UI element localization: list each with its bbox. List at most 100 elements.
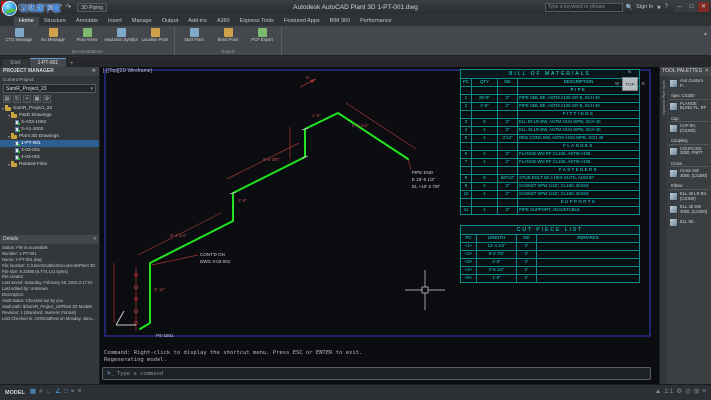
close-icon[interactable]: ✕ xyxy=(92,68,96,75)
ribbon-tab[interactable]: Express Tools xyxy=(235,17,279,26)
ribbon-button[interactable]: Flow Arrow xyxy=(70,27,104,48)
tool-palette-item[interactable]: Axd Custom P... xyxy=(667,77,711,90)
tool-palette-item[interactable]: FLANGE BLIND FL, RF xyxy=(667,100,711,113)
minimize-button[interactable]: – xyxy=(674,2,685,12)
tree-item[interactable]: 1-PT-001 xyxy=(0,140,99,147)
snap-icon[interactable]: # xyxy=(39,389,43,396)
tool-palette-item[interactable]: ELL 45 SW 3000, (CS300) xyxy=(667,203,711,216)
ribbon-tab[interactable]: Annotate xyxy=(71,17,103,26)
osnap-icon[interactable]: □ xyxy=(64,389,68,396)
ribbon-panel-export: Start Point Bend Point PCF Export Export xyxy=(175,26,282,55)
new-drawing-icon[interactable]: + xyxy=(23,95,31,103)
tree-item[interactable]: 4-03-001 xyxy=(0,154,99,161)
open-project-icon[interactable]: ▤ xyxy=(3,95,11,103)
tree-item[interactable]: 3-A03-1003 xyxy=(0,119,99,126)
ribbon-panel-title[interactable]: Iso Annotations xyxy=(2,48,172,55)
customize-icon[interactable]: ≡ xyxy=(702,389,706,396)
tree-item[interactable]: SamR_Project_23 xyxy=(0,105,99,112)
ribbon-tab[interactable]: A360 xyxy=(212,17,235,26)
tool-palette-item[interactable]: Cap xyxy=(669,114,709,123)
model-space-button[interactable]: MODEL xyxy=(5,390,25,396)
tree-item[interactable]: P&ID Drawings xyxy=(0,112,99,119)
ribbon-button[interactable]: Start Point xyxy=(177,27,211,48)
status-bar: MODEL ▦ # ∟ ∠ □ ⌖ ≡ ▲ 1:1 xyxy=(0,384,711,400)
grid-icon[interactable]: ▦ xyxy=(30,389,36,396)
refresh-icon[interactable]: ↻ xyxy=(13,95,21,103)
annotation-scale-label[interactable]: 1:1 xyxy=(664,389,673,396)
tool-palette-item[interactable]: Elbow xyxy=(669,181,709,190)
annotation: EL +10'-2 7/8" xyxy=(412,184,440,189)
ribbon: CTO Message Iso Message Flow Arrow xyxy=(0,26,711,56)
ribbon-button[interactable]: Insulation Symbol xyxy=(104,27,138,48)
ribbon-tab[interactable]: Insert xyxy=(103,17,127,26)
ribbon-tab[interactable]: Add-ins xyxy=(183,17,212,26)
tool-palette-item[interactable]: Coupling xyxy=(669,136,709,145)
details-header[interactable]: Details ▾ xyxy=(0,235,99,244)
clean-screen-icon[interactable]: ⊞ xyxy=(694,389,699,396)
redo-icon[interactable]: ↷ xyxy=(65,3,71,11)
ribbon-button[interactable]: CTO Message xyxy=(2,27,36,48)
project-settings-icon[interactable]: ⚙ xyxy=(43,95,51,103)
infocenter-search-input[interactable] xyxy=(545,3,623,12)
project-select[interactable]: SamR_Project_23 ▾ xyxy=(3,84,96,93)
tool-palette-item[interactable]: Cross SW 3000, (CS300) xyxy=(667,167,711,180)
favorites-star-icon[interactable]: ★ xyxy=(656,4,661,11)
ribbon-button[interactable]: Bend Point xyxy=(211,27,245,48)
command-history-line: Command: Right-click to display the shor… xyxy=(104,350,362,357)
viewcube[interactable]: N W TOP E xyxy=(615,69,645,99)
bom-title: BILL OF MATERIALS xyxy=(460,69,640,78)
ribbon-minimize-icon[interactable]: ▴ xyxy=(704,30,707,37)
tool-palette-item[interactable]: Spec CS300 xyxy=(669,91,709,100)
file-tab-drawing[interactable]: 1-PT-001 xyxy=(30,58,67,67)
current-project-label: Current Project: xyxy=(3,77,35,82)
ortho-icon[interactable]: ∟ xyxy=(46,389,52,396)
workspace-gear-icon[interactable]: ⚙ xyxy=(676,389,682,396)
workspace-dropdown[interactable]: 3D Piping xyxy=(77,3,107,12)
details-line: Last Checked In: A26\matthew on Monday, … xyxy=(2,316,97,322)
tree-item[interactable]: 3-A1-1002 xyxy=(0,126,99,133)
close-button[interactable]: ✕ xyxy=(698,2,709,12)
ribbon-tab[interactable]: Output xyxy=(157,17,184,26)
project-manager-titlebar[interactable]: PROJECT MANAGER ✕ xyxy=(0,67,99,76)
command-input[interactable]: >_ Type a command xyxy=(102,367,651,380)
tool-palette-item[interactable]: ELL 45 LR BV, (CS300) xyxy=(667,190,711,203)
ribbon-tab[interactable]: Featured Apps xyxy=(279,17,325,26)
bom-row: 62 3"FLANGE WN RF CL150, ASTM A105 xyxy=(461,151,640,159)
drawing-viewport[interactable]: [-][Top][2D Wireframe] xyxy=(100,67,659,384)
isolate-objects-icon[interactable]: ◎ xyxy=(685,389,691,396)
grid-view-icon[interactable]: ▦ xyxy=(33,95,41,103)
ribbon-tab[interactable]: Manage xyxy=(127,17,157,26)
close-icon[interactable]: ✕ xyxy=(705,68,709,75)
ribbon-button-icon xyxy=(224,28,233,37)
ribbon-tab[interactable]: Home xyxy=(14,17,39,26)
lineweight-icon[interactable]: ≡ xyxy=(77,389,81,396)
tool-palette-item[interactable]: COUPLING 3000, FNPT xyxy=(667,145,711,158)
ribbon-tab[interactable]: Performance xyxy=(355,17,397,26)
tree-item[interactable]: Related Files xyxy=(0,161,99,168)
tree-item[interactable]: 3-03-001 xyxy=(0,147,99,154)
tool-palette-item[interactable]: ELL 90... xyxy=(667,216,711,229)
tool-palettes-titlebar[interactable]: TOOL PALETTES ✕ xyxy=(660,67,711,76)
sign-in-button[interactable]: Sign In xyxy=(636,4,653,10)
otrack-icon[interactable]: ⌖ xyxy=(71,389,75,396)
help-icon[interactable]: ? xyxy=(665,4,668,10)
tool-palette-item[interactable]: CAP BV, (CS300) xyxy=(667,122,711,135)
viewport-controls-label[interactable]: [-][Top][2D Wireframe] xyxy=(103,68,152,74)
search-icon[interactable]: 🔍 xyxy=(626,4,633,11)
tool-palette-item[interactable]: Cross xyxy=(669,159,709,168)
restore-button[interactable]: □ xyxy=(686,2,697,12)
ucs-icon xyxy=(116,311,136,325)
tool-palette-tab[interactable]: Dynamic Pipe Spec xyxy=(660,76,667,384)
cut-list-row: <3>4'-0" 3" xyxy=(461,259,640,267)
ribbon-button[interactable]: Iso Message xyxy=(36,27,70,48)
polar-icon[interactable]: ∠ xyxy=(55,389,61,396)
ribbon-tab[interactable]: Structure xyxy=(39,17,71,26)
annotation-visibility-icon[interactable]: ▲ xyxy=(655,389,661,396)
ribbon-button[interactable]: PCF Export xyxy=(245,27,279,48)
ribbon-panel-title[interactable]: Export xyxy=(177,48,279,55)
file-tab-start[interactable]: Start xyxy=(2,59,29,67)
ribbon-tab[interactable]: BIM 360 xyxy=(325,17,355,26)
ribbon-button[interactable]: Location Point xyxy=(138,27,172,48)
tree-item[interactable]: Plant 3D Drawings xyxy=(0,133,99,140)
dimension-label: 3'-11" xyxy=(154,287,165,292)
